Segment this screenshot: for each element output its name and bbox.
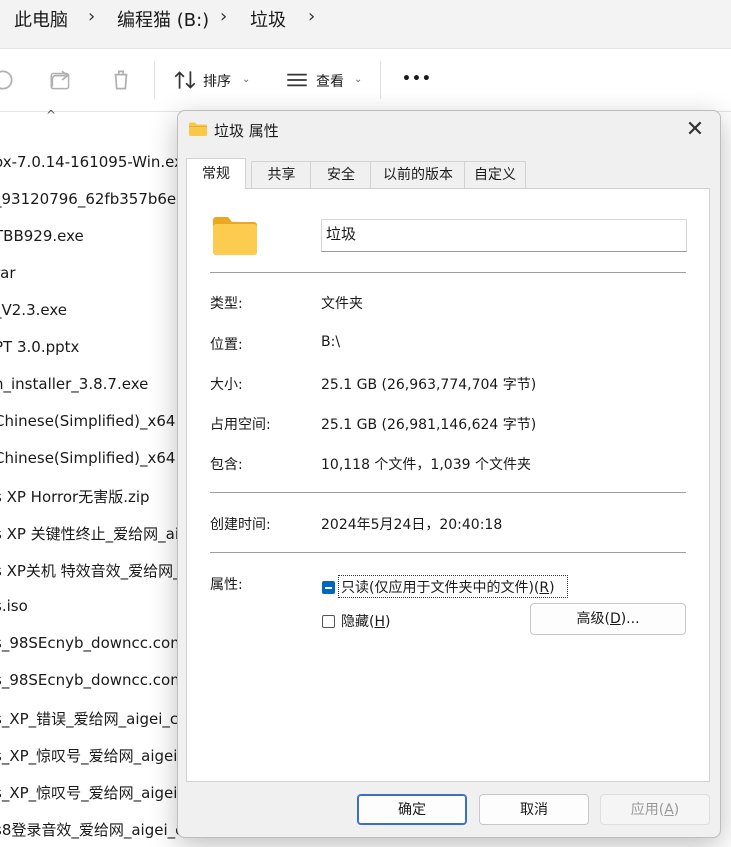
file-item[interactable]: Chinese(Simplified)_x64.iso [0, 412, 194, 438]
dialog-title: 垃圾 属性 [214, 122, 279, 140]
hidden-checkbox[interactable] [322, 615, 335, 628]
folder-icon [213, 217, 257, 255]
advanced-label-end: )... [620, 611, 640, 627]
delete-icon[interactable] [108, 67, 134, 93]
hidden-label-end: ) [385, 614, 391, 630]
toolbar-divider [380, 61, 381, 99]
tab-customize[interactable]: 自定义 [464, 161, 526, 188]
type-value: 文件夹 [321, 296, 363, 312]
address-bar[interactable]: 此电脑 › 编程猫 (B:) › 垃圾 › [0, 0, 731, 49]
file-item[interactable]: s_XP_惊叹号_爱给网_aigei_ [0, 782, 194, 808]
file-item[interactable]: s.iso [0, 597, 194, 623]
location-value: B:\ [321, 334, 341, 350]
hidden-label-text: 隐藏( [341, 614, 375, 630]
file-item[interactable]: ox-7.0.14-161095-Win.exe [0, 153, 194, 179]
chevron-down-icon[interactable]: ⌄ [242, 74, 250, 85]
file-item[interactable]: _93120796_62fb357b6e3 [0, 190, 194, 216]
created-value: 2024年5月24日，20:40:18 [321, 517, 503, 533]
view-button-label[interactable]: 查看 [316, 71, 344, 91]
sort-caret-icon: ^ [46, 108, 57, 122]
file-item[interactable]: s_98SEcnyb_downcc.com [0, 671, 194, 697]
divider [210, 552, 686, 553]
sort-icon[interactable] [172, 67, 198, 93]
tab-general[interactable]: 常规 [186, 158, 246, 189]
file-item[interactable]: PT 3.0.pptx [0, 338, 194, 364]
apply-label-end: ) [673, 802, 680, 818]
hidden-accesskey: H [374, 614, 385, 630]
divider [210, 492, 686, 493]
file-item[interactable]: s_XP_错误_爱给网_aigei_co [0, 708, 194, 734]
apply-accesskey: A [664, 802, 674, 818]
advanced-button[interactable]: 高级(D)... [530, 603, 686, 635]
chevron-right-icon[interactable]: › [220, 6, 227, 27]
tab-security[interactable]: 安全 [310, 161, 372, 188]
folder-name-input[interactable]: 垃圾 [321, 219, 687, 252]
file-item[interactable]: n_installer_3.8.7.exe [0, 375, 194, 401]
folder-icon [189, 122, 207, 136]
file-item[interactable]: _V2.3.exe [0, 301, 194, 327]
size-on-disk-value: 25.1 GB (26,981,146,624 字节) [321, 417, 537, 433]
type-label: 类型: [210, 296, 243, 312]
readonly-checkbox[interactable] [322, 581, 335, 594]
contains-label: 包含: [210, 457, 243, 473]
apply-button[interactable]: 应用(A) [600, 794, 710, 825]
general-panel: 垃圾 类型: 文件夹 位置: B:\ 大小: 25.1 GB (26,963,7… [186, 188, 710, 782]
readonly-label[interactable]: 只读(仅应用于文件夹中的文件)(R) [341, 577, 555, 597]
file-item[interactable]: s XP关机 特效音效_爱给网_ [0, 560, 194, 586]
file-item[interactable]: TBB929.exe [0, 227, 194, 253]
share-icon[interactable] [48, 67, 74, 93]
file-item[interactable]: s_98SEcnyb_downcc.com [0, 634, 194, 660]
command-bar: 排序 ⌄ 查看 ⌄ ••• [0, 49, 731, 112]
breadcrumb-this-pc[interactable]: 此电脑 [14, 6, 68, 32]
file-item[interactable]: s_XP_惊叹号_爱给网_aigei_ [0, 745, 194, 771]
ok-button[interactable]: 确定 [357, 794, 467, 825]
file-item[interactable]: Chinese(Simplified)_x64.iso [0, 449, 194, 475]
created-label: 创建时间: [210, 517, 271, 533]
tab-previous-versions[interactable]: 以前的版本 [370, 161, 466, 188]
file-item[interactable]: s8登录音效_爱给网_aigei_c [0, 819, 194, 845]
tab-sharing[interactable]: 共享 [251, 161, 312, 188]
apply-label-text: 应用( [630, 802, 665, 818]
size-value: 25.1 GB (26,963,774,704 字节) [321, 377, 537, 393]
location-label: 位置: [210, 337, 243, 353]
more-options-icon[interactable]: ••• [402, 71, 432, 87]
breadcrumb-folder[interactable]: 垃圾 [250, 6, 286, 32]
sort-button-label[interactable]: 排序 [203, 71, 231, 91]
advanced-label-text: 高级( [576, 611, 610, 627]
size-on-disk-label: 占用空间: [210, 417, 271, 433]
readonly-accesskey: R [539, 580, 550, 596]
chevron-right-icon[interactable]: › [88, 6, 95, 27]
cancel-button[interactable]: 取消 [479, 794, 589, 825]
toolbar-divider [154, 61, 155, 99]
close-icon[interactable]: ✕ [680, 115, 710, 145]
readonly-label-end: ) [549, 580, 555, 596]
advanced-accesskey: D [609, 611, 621, 627]
file-item[interactable]: rar [0, 264, 194, 290]
file-item[interactable]: s XP Horror无害版.zip [0, 486, 194, 512]
divider [210, 272, 686, 273]
view-icon[interactable] [284, 67, 310, 93]
chevron-down-icon[interactable]: ⌄ [354, 74, 362, 85]
breadcrumb-drive[interactable]: 编程猫 (B:) [117, 6, 209, 32]
chevron-right-icon[interactable]: › [308, 6, 315, 27]
size-label: 大小: [210, 377, 243, 393]
rename-icon[interactable] [0, 67, 16, 93]
file-item[interactable]: s XP 关键性终止_爱给网_aigei [0, 523, 194, 549]
hidden-label[interactable]: 隐藏(H) [341, 611, 390, 631]
properties-dialog: 垃圾 属性 ✕ 常规 共享 安全 以前的版本 自定义 垃圾 类型: 文件夹 位置… [177, 110, 721, 838]
contains-value: 10,118 个文件，1,039 个文件夹 [321, 457, 531, 473]
attributes-label: 属性: [210, 577, 243, 593]
readonly-label-text: 只读(仅应用于文件夹中的文件)( [341, 580, 540, 596]
